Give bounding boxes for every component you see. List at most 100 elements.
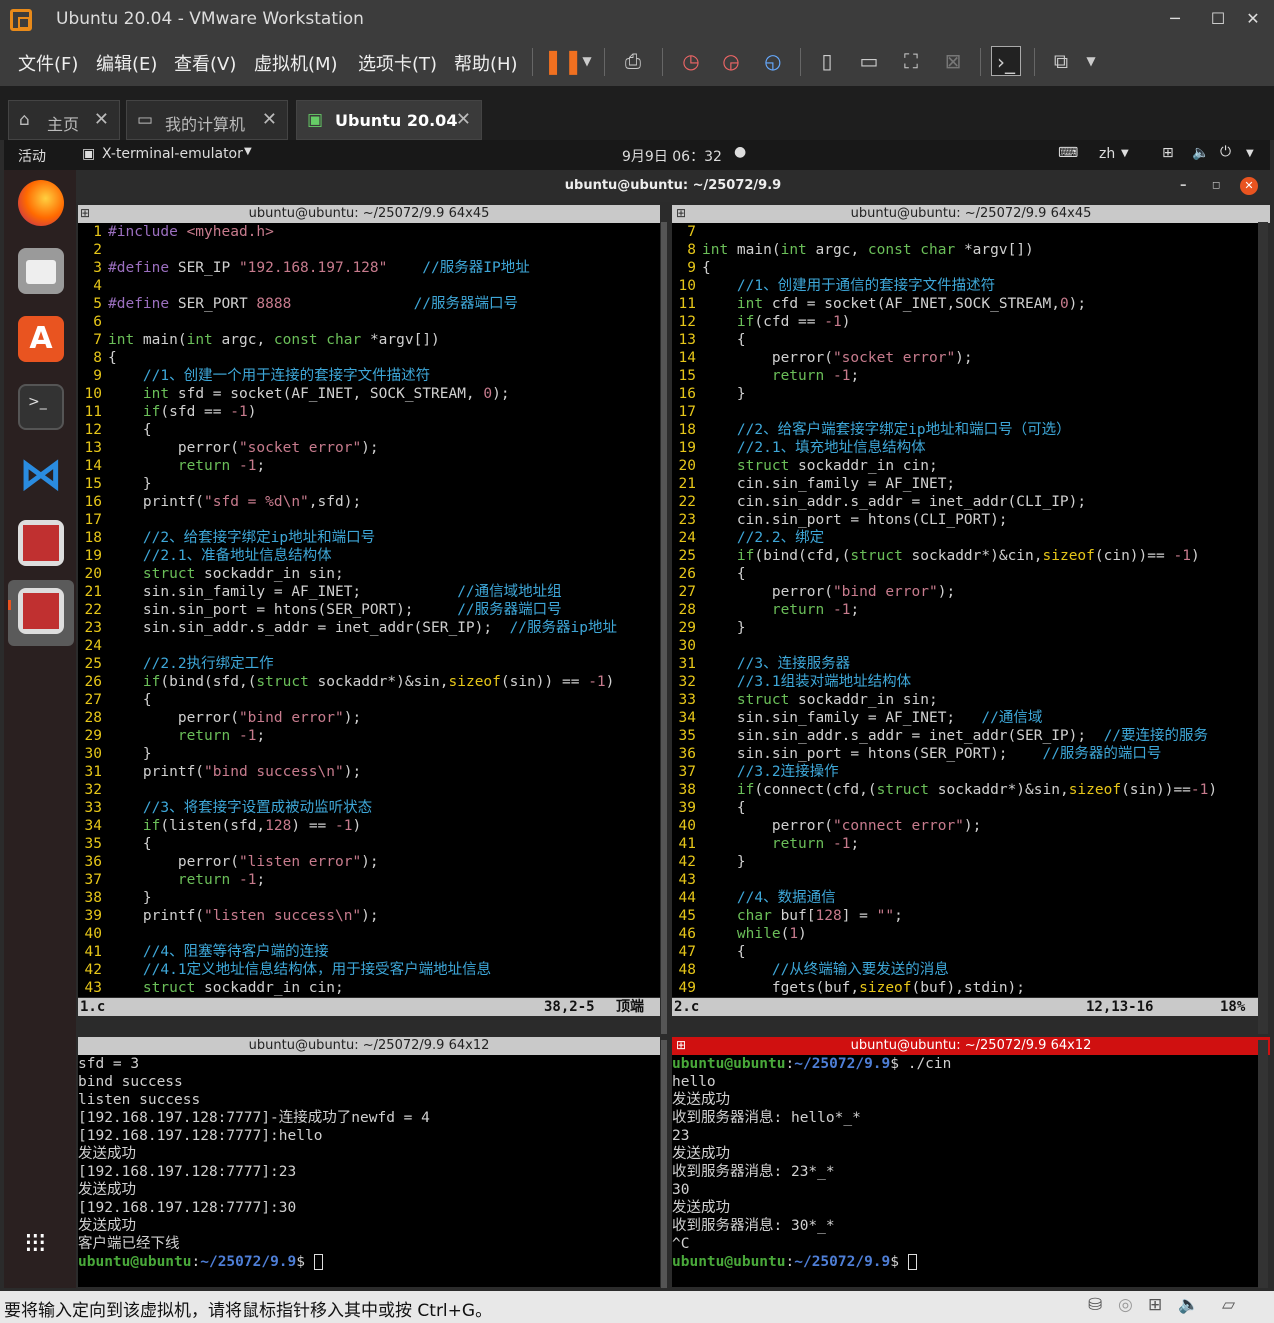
message-icon[interactable]: ▱ (1222, 1295, 1235, 1315)
code-line: 48 //从终端输入要发送的消息 (678, 962, 949, 978)
volume-icon[interactable]: 🔈 (1192, 145, 1209, 161)
stretch-dropdown-icon[interactable]: ▼ (1076, 46, 1106, 76)
network-adapter-icon[interactable]: ⊞ (1148, 1295, 1162, 1315)
close-tab-icon[interactable]: ✕ (94, 109, 109, 130)
clock[interactable]: 9月9日 06：32 (622, 146, 722, 166)
pane-menu-icon[interactable]: ⊞ (676, 206, 686, 220)
unity-icon[interactable]: ⊠ (938, 46, 968, 76)
close-tab-icon[interactable]: ✕ (456, 109, 471, 130)
sound-icon[interactable]: 🔈 (1178, 1295, 1199, 1315)
input-method[interactable]: zh (1099, 146, 1115, 162)
vim-filename: 2.c (674, 999, 700, 1015)
send-ctrl-alt-del-icon[interactable]: ⎙ (618, 46, 648, 76)
power-icon[interactable]: ⏻ (1220, 144, 1231, 160)
pane-menu-icon[interactable]: ⊞ (80, 206, 90, 220)
code-line: 28 perror("bind error"); (84, 710, 362, 726)
files-icon[interactable] (18, 248, 64, 294)
menu-edit[interactable]: 编辑(E) (96, 50, 157, 76)
terminal-line: [192.168.197.128:7777]:hello (78, 1128, 323, 1144)
console-view-icon[interactable]: ▭ (854, 46, 884, 76)
pane-title-bottom-right: ubuntu@ubuntu: ~/25072/9.9 64x12 (672, 1037, 1270, 1055)
code-line: 43 (678, 872, 696, 888)
terminal-line: 23 (672, 1128, 690, 1144)
pause-dropdown-icon[interactable]: ▼ (572, 46, 602, 76)
vscode-icon[interactable]: ⋈ (18, 452, 64, 498)
pause-icon[interactable]: ❚❚ (543, 46, 583, 76)
sidebar-view-icon[interactable]: ▯ (812, 46, 842, 76)
network-icon[interactable]: ⊞ (1162, 145, 1174, 161)
code-line: 11 if(sfd == -1) (84, 404, 257, 420)
maximize-icon[interactable]: ☐ (1203, 6, 1233, 32)
tab-ubuntu[interactable]: ▣ Ubuntu 20.04 ✕ (296, 100, 482, 140)
firefox-icon[interactable] (18, 180, 64, 226)
code-line: 25 if(bind(cfd,(struct sockaddr*)&cin,si… (678, 548, 1200, 564)
vim-editor-right[interactable]: 7 8 int main(int argc, const char *argv[])… (672, 223, 1258, 997)
terminal-maximize-icon[interactable]: ◻ (1212, 170, 1220, 202)
stretch-icon[interactable]: ⧉ (1046, 46, 1076, 76)
terminal-line: [192.168.197.128:7777]-连接成功了newfd = 4 (78, 1110, 430, 1126)
code-line: 9{ (687, 260, 711, 276)
show-apps-icon[interactable]: ⁝⁝⁝ (24, 1229, 47, 1257)
terminal-console-icon[interactable]: ›_ (991, 46, 1021, 76)
snapshot-icon[interactable]: ◷ (676, 46, 706, 76)
terminal-output-left[interactable]: sfd = 3 bind success listen success [192.16… (78, 1055, 660, 1287)
terminal-icon[interactable]: >_ (18, 384, 64, 430)
snapshot-manager-icon[interactable]: ◵ (758, 46, 788, 76)
code-line: 24 (84, 638, 102, 654)
code-line: 28 return -1; (678, 602, 860, 618)
gnome-top-bar: 活动 ▣ X-terminal-emulator ▼ 9月9日 06：32 ● … (4, 140, 1270, 170)
tab-home[interactable]: ⌂ 主页 ✕ (8, 100, 120, 140)
pane-menu-icon[interactable]: ⊞ (676, 1038, 686, 1052)
minimize-icon[interactable]: ─ (1160, 6, 1190, 32)
scrollbar[interactable] (661, 222, 667, 1034)
input-method-arrow-icon[interactable]: ▼ (1121, 148, 1129, 159)
cdrom-icon[interactable]: ◎ (1118, 1295, 1133, 1315)
menu-help[interactable]: 帮助(H) (454, 50, 518, 76)
close-tab-icon[interactable]: ✕ (262, 109, 277, 130)
software-icon[interactable]: A (18, 316, 64, 362)
system-menu-arrow-icon[interactable]: ▼ (1246, 148, 1254, 159)
scrollbar[interactable] (1258, 222, 1268, 1034)
hdd-icon[interactable]: ⛁ (1088, 1295, 1102, 1315)
terminal-close-icon[interactable]: ✕ (1240, 177, 1258, 195)
menu-view[interactable]: 查看(V) (174, 50, 236, 76)
terminal-line: [192.168.197.128:7777]:30 (78, 1200, 297, 1216)
revert-snapshot-icon[interactable]: ◶ (716, 46, 746, 76)
status-message: 要将输入定向到该虚拟机，请将鼠标指针移入其中或按 Ctrl+G。 (4, 1301, 493, 1321)
terminator-icon[interactable] (18, 520, 64, 566)
code-line: 20 struct sockaddr_in sin; (84, 566, 344, 582)
code-line: 15 return -1; (678, 368, 860, 384)
code-line: 7 int main(int argc, const char *argv[]) (93, 332, 440, 348)
close-icon[interactable]: ✕ (1238, 6, 1268, 32)
keyboard-icon[interactable]: ⌨ (1058, 145, 1078, 161)
vmware-status-bar: 要将输入定向到该虚拟机，请将鼠标指针移入其中或按 Ctrl+G。 ⛁ ◎ ⊞ 🔈… (0, 1291, 1274, 1323)
terminal-line: 收到服务器消息: hello*_* (672, 1110, 861, 1126)
code-line: 35 { (84, 836, 152, 852)
code-line: 13 { (678, 332, 746, 348)
vim-editor-left[interactable]: 1 #include <myhead.h> 2 3 #define SER_IP "19… (78, 223, 660, 997)
terminal-output-right[interactable]: ubuntu@ubuntu:~/25072/9.9$ ./cin hello 发送成… (672, 1055, 1258, 1287)
code-line: 41 //4、阻塞等待客户端的连接 (84, 944, 329, 960)
menu-file[interactable]: 文件(F) (18, 50, 78, 76)
app-menu-arrow-icon[interactable]: ▼ (244, 146, 252, 157)
terminator-active-icon[interactable] (18, 588, 64, 634)
scrollbar[interactable] (661, 1040, 667, 1288)
tab-label: 我的计算机 (165, 115, 246, 134)
code-line: 33 struct sockaddr_in sin; (678, 692, 938, 708)
terminal-line: sfd = 3 (78, 1056, 140, 1072)
app-menu[interactable]: X-terminal-emulator (102, 146, 243, 162)
terminal-line: 发送成功 (78, 1182, 136, 1198)
menu-tabs[interactable]: 选项卡(T) (358, 50, 437, 76)
code-line: 30 (678, 638, 696, 654)
vmware-menu-bar: 文件(F) 编辑(E) 查看(V) 虚拟机(M) 选项卡(T) 帮助(H) ❚❚… (0, 38, 1274, 86)
fullscreen-icon[interactable]: ⛶ (896, 46, 926, 76)
terminal-minimize-icon[interactable]: – (1180, 170, 1187, 202)
activities-button[interactable]: 活动 (18, 146, 46, 166)
menu-vm[interactable]: 虚拟机(M) (254, 50, 338, 76)
code-line: 32 (84, 782, 102, 798)
tab-my-computer[interactable]: ▭ 我的计算机 ✕ (126, 100, 288, 140)
terminal-line: [192.168.197.128:7777]:23 (78, 1164, 297, 1180)
code-line: 9 //1、创建一个用于连接的套接字文件描述符 (93, 368, 431, 384)
code-line: 49 fgets(buf,sizeof(buf),stdin); (678, 980, 1026, 996)
scrollbar[interactable] (1258, 1040, 1268, 1288)
